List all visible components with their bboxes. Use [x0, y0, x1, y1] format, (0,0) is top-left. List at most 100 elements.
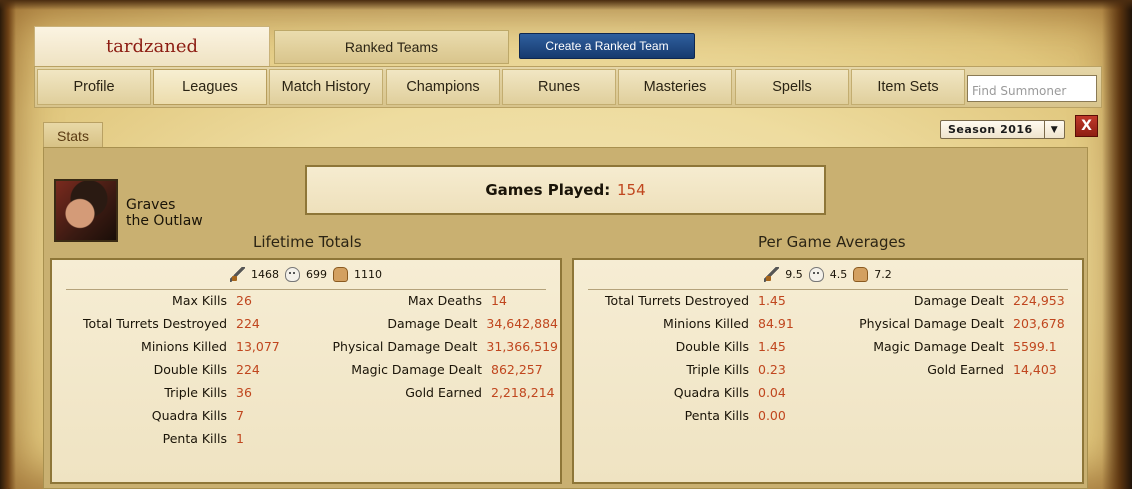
stat-row: Total Turrets Destroyed 1.45: [578, 291, 786, 309]
stat-value: 7: [236, 407, 244, 423]
stat-label: Magic Damage Dealt: [873, 338, 1004, 354]
stat-label: Total Turrets Destroyed: [83, 315, 227, 331]
tab-item-sets[interactable]: Item Sets: [851, 69, 965, 105]
chevron-down-icon: ▼: [1044, 121, 1064, 138]
close-button[interactable]: X: [1075, 115, 1098, 137]
per-game-averages-title: Per Game Averages: [758, 233, 906, 251]
stat-label: Double Kills: [153, 361, 227, 377]
stat-row: Damage Dealt 224,953: [822, 291, 1065, 309]
stat-label: Max Deaths: [407, 292, 482, 308]
stat-value: 34,642,884: [486, 315, 558, 331]
stat-value: 5599.1: [1013, 338, 1057, 354]
stat-label: Physical Damage Dealt: [859, 315, 1004, 331]
tab-leagues[interactable]: Leagues: [153, 69, 267, 105]
stat-row: Total Turrets Destroyed 224: [56, 314, 260, 332]
stat-row: Max Kills 26: [56, 291, 252, 309]
season-select[interactable]: Season 2016 ▼: [940, 120, 1065, 139]
stat-value: 13,077: [236, 338, 280, 354]
stat-label: Quadra Kills: [673, 384, 749, 400]
stat-value: 224,953: [1013, 292, 1065, 308]
tab-champions[interactable]: Champions: [386, 69, 500, 105]
hand-icon: [333, 267, 348, 282]
stat-value: 26: [236, 292, 252, 308]
stat-value: 36: [236, 384, 252, 400]
tab-stats[interactable]: Stats: [43, 122, 103, 148]
games-played-box: Games Played: 154: [305, 165, 826, 215]
stat-row: Physical Damage Dealt 203,678: [822, 314, 1065, 332]
sword-icon: [230, 267, 245, 282]
stat-row: Physical Damage Dealt 31,366,519: [300, 337, 558, 355]
summoner-name-tab[interactable]: tardzaned: [34, 26, 270, 66]
stat-value: 862,257: [491, 361, 543, 377]
champion-name-line1: Graves: [126, 197, 176, 213]
stat-label: Max Kills: [172, 292, 227, 308]
lifetime-assists: 1110: [354, 268, 382, 281]
stat-row: Quadra Kills 7: [56, 406, 244, 424]
stat-row: Damage Dealt 34,642,884: [300, 314, 558, 332]
tab-spells[interactable]: Spells: [735, 69, 849, 105]
divider: [588, 289, 1068, 290]
champion-name: Graves the Outlaw: [126, 197, 203, 229]
stat-row: Penta Kills 1: [56, 429, 244, 447]
stat-row: Magic Damage Dealt 5599.1: [822, 337, 1057, 355]
average-kills: 9.5: [785, 268, 803, 281]
champion-portrait: [54, 179, 118, 242]
stat-row: Minions Killed 84.91: [578, 314, 794, 332]
stat-value: 224: [236, 315, 260, 331]
stat-value: 1.45: [758, 338, 786, 354]
games-played-value: 154: [617, 181, 646, 199]
stat-row: Magic Damage Dealt 862,257: [300, 360, 558, 378]
stat-label: Minions Killed: [663, 315, 749, 331]
skull-icon: [808, 267, 824, 282]
stat-label: Penta Kills: [162, 430, 227, 446]
stat-label: Total Turrets Destroyed: [605, 292, 749, 308]
stat-value: 1.45: [758, 292, 786, 308]
sword-icon: [764, 267, 780, 282]
stat-value: 2,218,214: [491, 384, 555, 400]
stat-row: Triple Kills 36: [56, 383, 252, 401]
stat-value: 0.23: [758, 361, 786, 377]
stat-value: 31,366,519: [486, 338, 558, 354]
stat-value: 0.04: [758, 384, 786, 400]
champion-title: the Outlaw: [126, 213, 203, 229]
stat-label: Physical Damage Dealt: [332, 338, 478, 354]
lifetime-deaths: 699: [306, 268, 327, 281]
season-select-value: Season 2016: [948, 123, 1033, 136]
stat-value: 0.00: [758, 407, 786, 423]
stat-value: 84.91: [758, 315, 794, 331]
tab-masteries[interactable]: Masteries: [618, 69, 732, 105]
average-assists: 7.2: [874, 268, 892, 281]
stat-label: Damage Dealt: [913, 292, 1004, 308]
stat-label: Triple Kills: [686, 361, 749, 377]
stat-label: Gold Earned: [927, 361, 1004, 377]
tab-match-history[interactable]: Match History: [269, 69, 383, 105]
stat-value: 203,678: [1013, 315, 1065, 331]
stat-row: Double Kills 1.45: [578, 337, 786, 355]
stat-row: Double Kills 224: [56, 360, 260, 378]
games-played-label: Games Played: [485, 181, 605, 199]
lifetime-totals-title: Lifetime Totals: [253, 233, 362, 251]
stat-value: 1: [236, 430, 244, 446]
lifetime-kda-row: 1468 699 1110: [52, 267, 560, 282]
hand-icon: [853, 267, 869, 282]
average-deaths: 4.5: [829, 268, 848, 281]
burned-edge-right: [1102, 0, 1132, 489]
burned-edge-left: [0, 0, 16, 489]
tab-runes[interactable]: Runes: [502, 69, 616, 105]
stat-row: Gold Earned 14,403: [822, 360, 1057, 378]
lifetime-kills: 1468: [251, 268, 279, 281]
burned-edge-top: [0, 0, 1132, 10]
find-summoner-input[interactable]: [967, 75, 1097, 102]
stat-value: 224: [236, 361, 260, 377]
tab-profile[interactable]: Profile: [37, 69, 151, 105]
ranked-teams-tab[interactable]: Ranked Teams: [274, 30, 509, 64]
divider: [66, 289, 546, 290]
stat-label: Damage Dealt: [387, 315, 478, 331]
stat-label: Triple Kills: [164, 384, 227, 400]
stat-row: Triple Kills 0.23: [578, 360, 786, 378]
stat-row: Max Deaths 14: [300, 291, 558, 309]
stat-value: 14: [491, 292, 507, 308]
stat-row: Minions Killed 13,077: [56, 337, 280, 355]
create-ranked-team-button[interactable]: Create a Ranked Team: [519, 33, 695, 59]
stat-row: Quadra Kills 0.04: [578, 383, 786, 401]
